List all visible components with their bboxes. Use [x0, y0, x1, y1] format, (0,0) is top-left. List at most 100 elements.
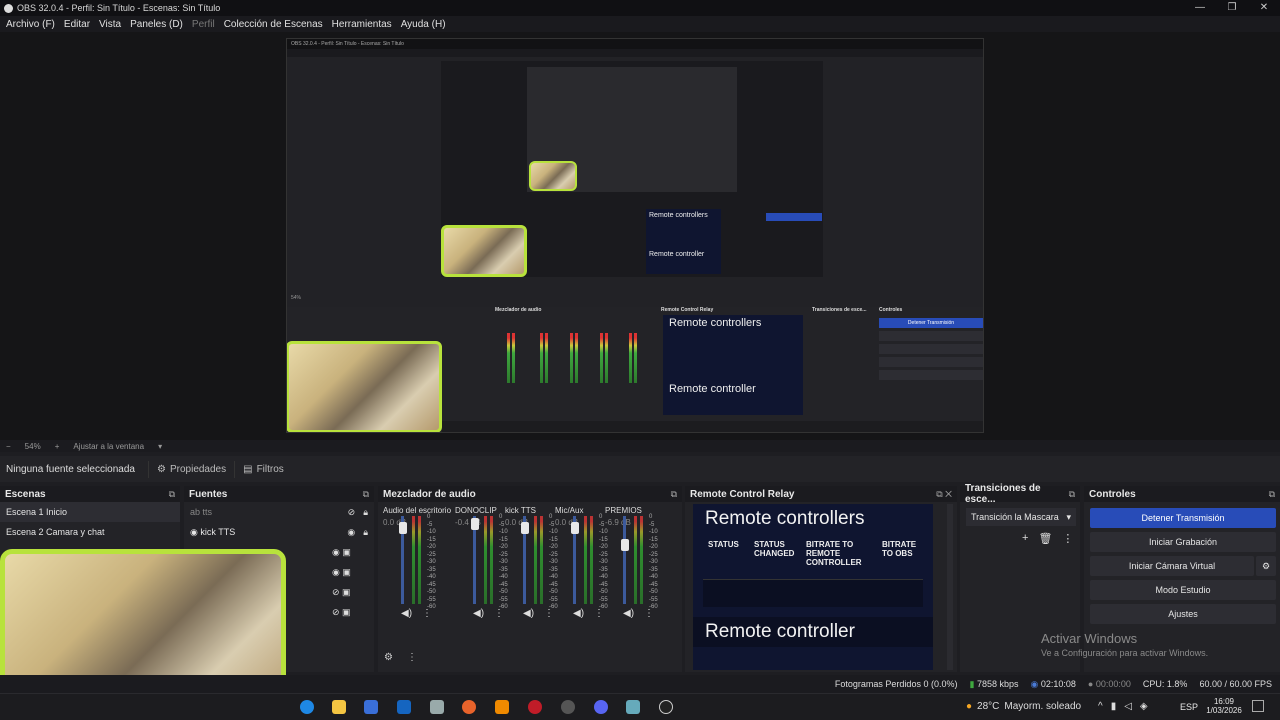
fit-to-window[interactable]: Ajustar a la ventana	[73, 442, 144, 451]
speaker-icon[interactable]: ◀)	[473, 608, 484, 619]
channel-menu-icon[interactable]: ⋮	[494, 608, 504, 619]
text-icon: ab	[190, 507, 201, 517]
channel-db: 0.0 dB	[383, 518, 407, 527]
channel-menu-icon[interactable]: ⋮	[644, 608, 654, 619]
undock-icon[interactable]: ⧉	[1269, 489, 1275, 500]
firefox-icon[interactable]	[462, 700, 476, 714]
menu-vista[interactable]: Vista	[99, 19, 121, 30]
zoom-in-button[interactable]: +	[55, 442, 60, 451]
properties-button[interactable]: ⚙ Propiedades	[148, 460, 234, 478]
clock[interactable]: 16:09 1/03/2026	[1204, 697, 1244, 715]
undock-icon[interactable]: ⧉	[1069, 489, 1075, 500]
mic-icon[interactable]: ▮	[1111, 701, 1117, 712]
menu-coleccion-escenas[interactable]: Colección de Escenas	[224, 19, 323, 30]
start-virtual-camera-button[interactable]: Iniciar Cámara Virtual	[1090, 556, 1254, 576]
notification-icon[interactable]	[1252, 700, 1264, 712]
plus-icon[interactable]: +	[1022, 532, 1028, 545]
relay-content[interactable]: Remote controllers STATUS STATUS CHANGED…	[693, 504, 933, 670]
speaker-icon[interactable]: ◀)	[401, 608, 412, 619]
stop-stream-button[interactable]: Detener Transmisión	[1090, 508, 1276, 528]
opera-icon[interactable]	[528, 700, 542, 714]
minimize-button[interactable]: —	[1184, 0, 1216, 16]
virtual-camera-settings-icon[interactable]: ⚙	[1256, 556, 1276, 576]
eye-hidden-icon[interactable]: ⊘ ▣	[332, 602, 372, 622]
fader-knob[interactable]	[621, 539, 629, 551]
menu-archivo[interactable]: Archivo (F)	[6, 19, 55, 30]
volume-icon[interactable]: ◁	[1124, 701, 1132, 712]
channel-menu-icon[interactable]: ⋮	[544, 608, 554, 619]
more-icon[interactable]: ⋮	[1062, 532, 1073, 545]
edge-icon[interactable]	[300, 700, 314, 714]
menu-perfil[interactable]: Perfil	[192, 19, 215, 30]
restore-button[interactable]: ❐	[1216, 0, 1248, 16]
speaker-icon[interactable]: ◀)	[623, 608, 634, 619]
fader-knob[interactable]	[471, 518, 479, 530]
outlook-icon[interactable]	[397, 700, 411, 714]
undock-icon[interactable]: ⧉	[169, 489, 175, 500]
trash-icon[interactable]: 🗑︎	[1038, 532, 1052, 545]
chevron-up-icon[interactable]: ^	[1098, 701, 1103, 712]
menu-editar[interactable]: Editar	[64, 19, 90, 30]
eye-hidden-icon[interactable]: ⊘ ▣	[332, 582, 372, 602]
source-item[interactable]: ab tts ⊘ 🔒︎	[184, 502, 374, 522]
scale-tick: -10	[549, 529, 558, 535]
fader-knob[interactable]	[399, 522, 407, 534]
source-item[interactable]: ◉ kick TTS ◉ 🔒︎	[184, 522, 374, 542]
volume-fader[interactable]	[521, 516, 529, 604]
close-icon[interactable]: ⧉ ✕	[936, 489, 952, 500]
channel-controls: ◀) ⋮	[623, 608, 654, 619]
eye-hidden-icon[interactable]: ⊘	[348, 507, 356, 518]
weather-temp: 28°C	[977, 701, 1000, 712]
volume-fader[interactable]	[571, 516, 579, 604]
weather-widget[interactable]: ● 28°C Mayorm. soleado	[966, 701, 1081, 712]
app2-icon[interactable]	[626, 700, 640, 714]
eye-icon[interactable]: ◉ ▣	[332, 542, 372, 562]
fader-knob[interactable]	[521, 522, 529, 534]
speaker-icon[interactable]: ◀)	[573, 608, 584, 619]
level-meter	[590, 516, 593, 604]
nested-mixer-title: Mezclador de audio	[495, 307, 542, 313]
speaker-icon[interactable]: ◀)	[523, 608, 534, 619]
eye-icon[interactable]: ◉ ▣	[332, 562, 372, 582]
discord-icon[interactable]	[594, 700, 608, 714]
scene-item[interactable]: Escena 1 Inicio	[0, 502, 180, 522]
volume-fader[interactable]	[621, 516, 629, 604]
filters-button[interactable]: ▤ Filtros	[234, 460, 292, 478]
scale-tick: -50	[427, 589, 436, 595]
eye-icon[interactable]: ◉	[347, 527, 355, 538]
lock-icon[interactable]: 🔒︎	[363, 527, 368, 538]
scene-item[interactable]: Escena 2 Camara y chat	[0, 522, 180, 542]
menu-ayuda[interactable]: Ayuda (H)	[401, 19, 446, 30]
obs-taskbar-icon[interactable]	[561, 700, 575, 714]
menu-herramientas[interactable]: Herramientas	[332, 19, 392, 30]
close-button[interactable]: ✕	[1248, 0, 1280, 16]
window-title: OBS 32.0.4 - Perfil: Sin Título - Escena…	[17, 3, 221, 13]
app-icon[interactable]	[430, 700, 444, 714]
chevron-down-icon[interactable]: ▾	[158, 442, 162, 451]
player-icon[interactable]	[659, 700, 673, 714]
windows-taskbar: ● 28°C Mayorm. soleado ^ ▮ ◁ ◈ ESP 16:09 1/…	[0, 693, 1280, 720]
mixer-menu-icon[interactable]: ⋮	[407, 652, 417, 663]
lock-icon[interactable]: 🔒︎	[363, 507, 368, 518]
menu-paneles[interactable]: Paneles (D)	[130, 19, 183, 30]
channel-menu-icon[interactable]: ⋮	[422, 608, 432, 619]
transition-select[interactable]: Transición la Mascara ▾	[966, 508, 1076, 526]
relay-scrollbar[interactable]	[947, 504, 953, 670]
volume-fader[interactable]	[399, 516, 407, 604]
store-icon[interactable]	[364, 700, 378, 714]
settings-button[interactable]: Ajustes	[1090, 604, 1276, 624]
fader-knob[interactable]	[571, 522, 579, 534]
undock-icon[interactable]: ⧉	[363, 489, 369, 500]
mixer-settings-icon[interactable]: ⚙	[384, 652, 393, 663]
volume-fader[interactable]	[471, 516, 479, 604]
zoom-out-button[interactable]: −	[6, 442, 11, 451]
studio-mode-button[interactable]: Modo Estudio	[1090, 580, 1276, 600]
undock-icon[interactable]: ⧉	[671, 489, 677, 500]
folder-icon[interactable]	[332, 700, 346, 714]
language-indicator[interactable]: ESP	[1180, 702, 1198, 712]
channel-menu-icon[interactable]: ⋮	[594, 608, 604, 619]
network-icon[interactable]: ◈	[1140, 701, 1148, 712]
scenes-header: Escenas ⧉	[0, 486, 180, 502]
start-recording-button[interactable]: Iniciar Grabación	[1090, 532, 1276, 552]
vlc-icon[interactable]	[495, 700, 509, 714]
